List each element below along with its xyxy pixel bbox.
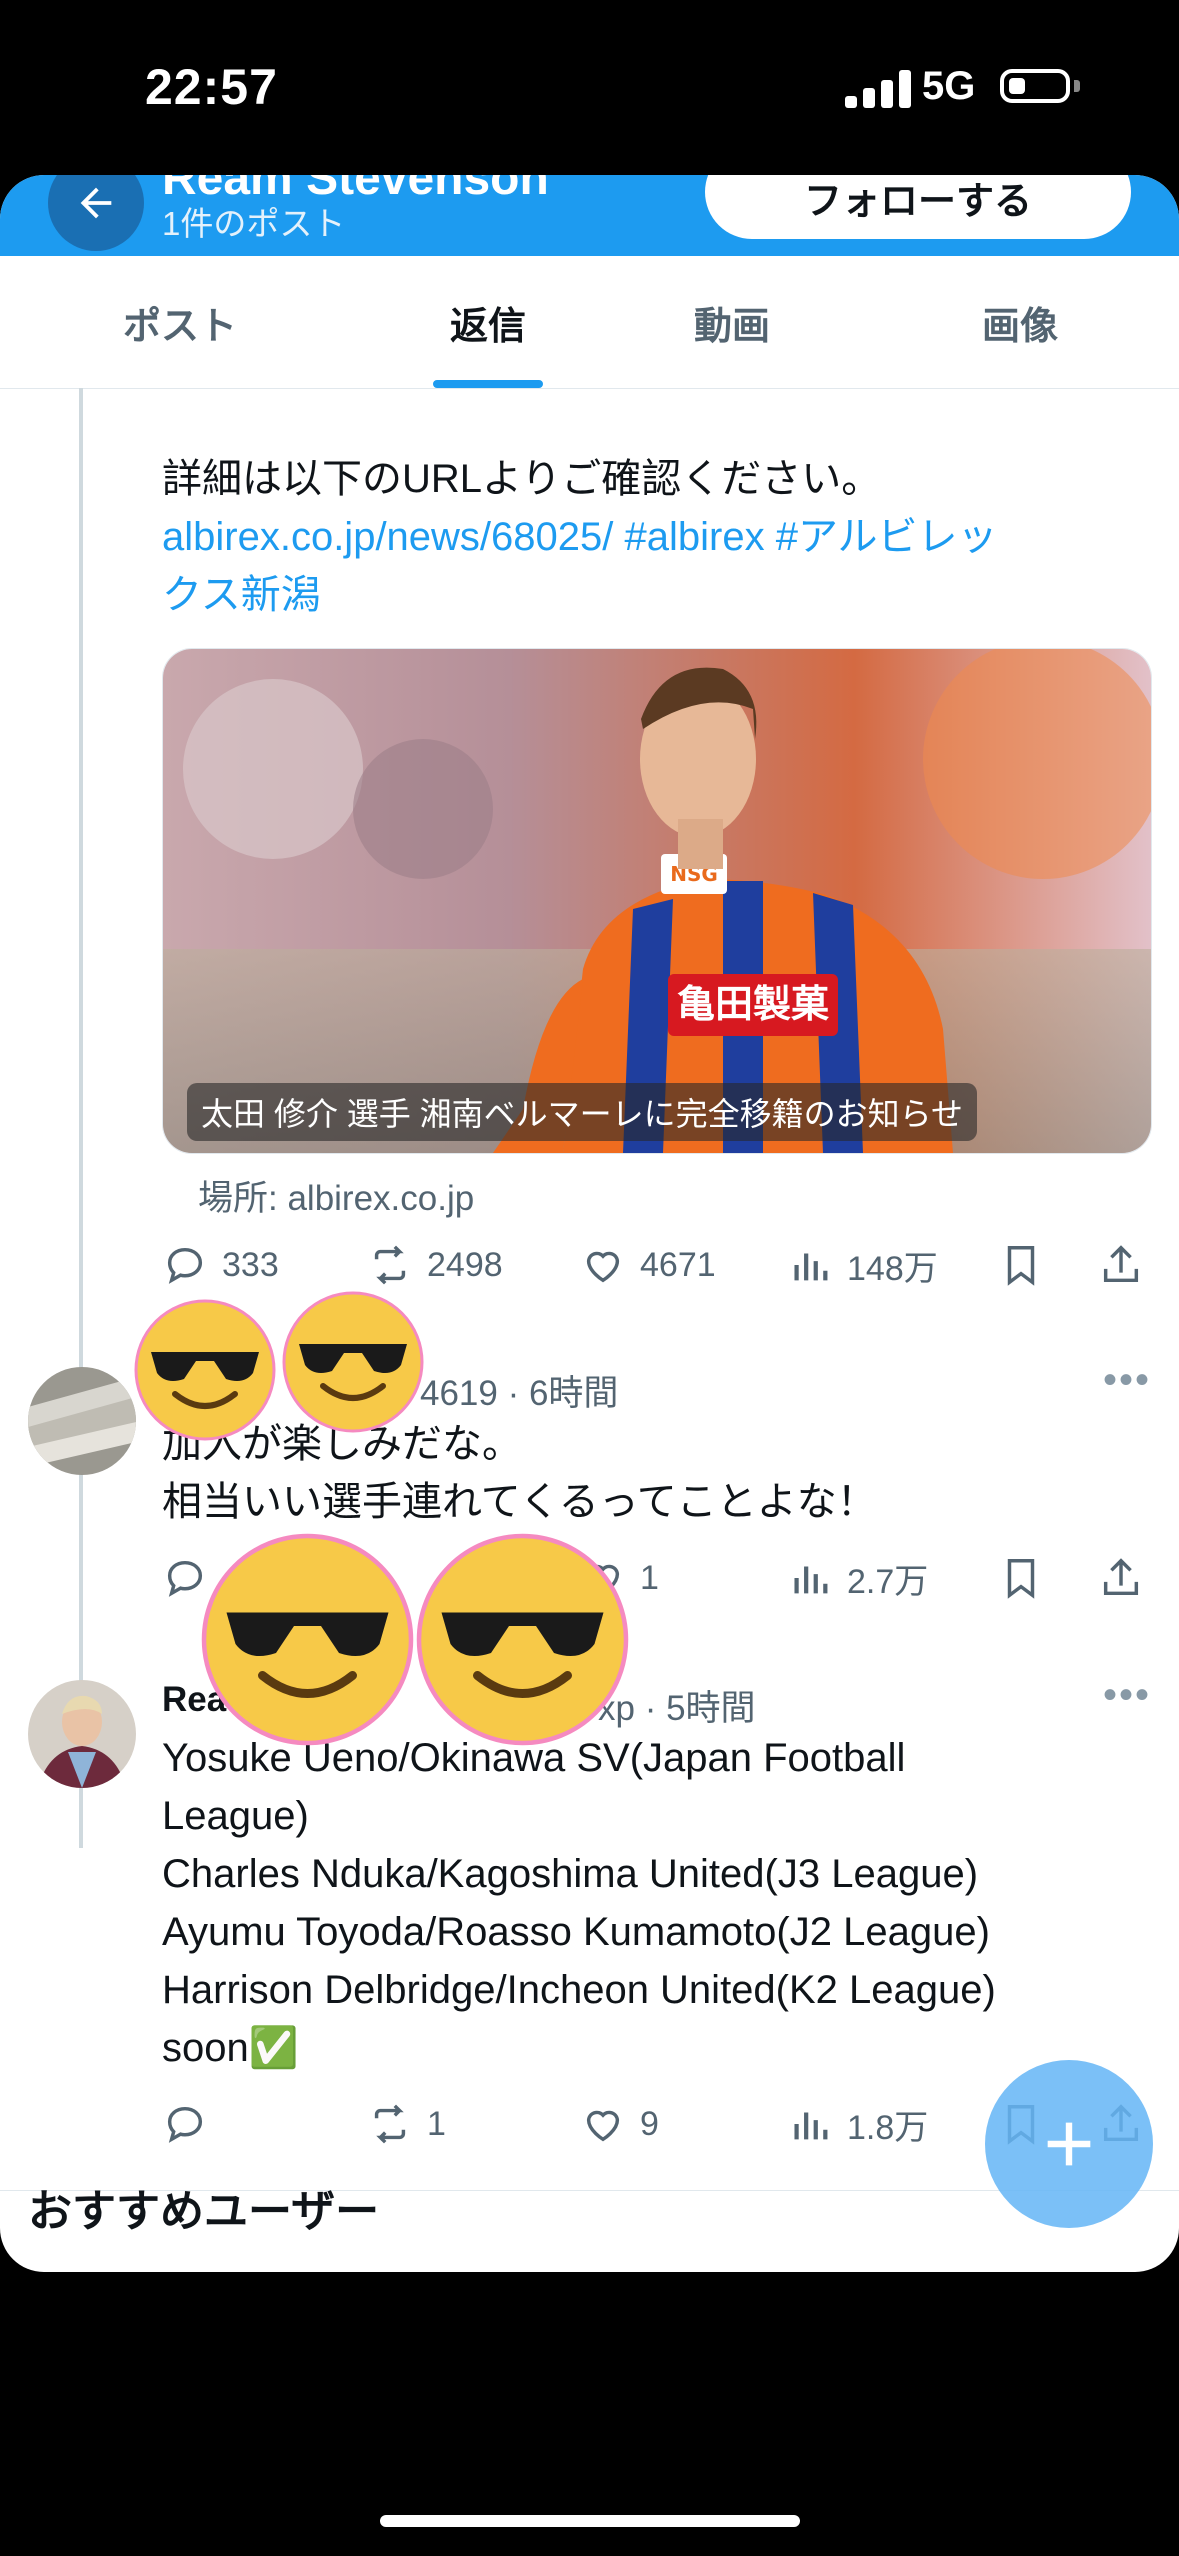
tweet-text: Charles Nduka/Kagoshima United(J3 League… <box>162 1852 979 1896</box>
follow-button[interactable]: フォローする <box>705 175 1131 239</box>
signal-icon <box>845 70 911 108</box>
chart-icon <box>794 1253 828 1281</box>
share-icon <box>1103 1245 1139 1283</box>
battery-icon <box>1000 69 1070 103</box>
like-count: 9 <box>640 2104 659 2143</box>
tweet-text: Harrison Delbridge/Incheon United(K2 Lea… <box>162 1968 996 2012</box>
view-count: 2.7万 <box>847 1562 929 1601</box>
tab-replies[interactable]: 返信 <box>388 256 588 388</box>
post-count: 1件のポスト <box>162 205 346 242</box>
profile-header: Ream Stevenson 1件のポスト フォローする <box>0 175 1179 256</box>
view-count: 148万 <box>847 1249 938 1288</box>
home-indicator[interactable] <box>380 2515 800 2527</box>
views-button[interactable]: 2.7万 <box>787 1548 928 1608</box>
like-count: 1 <box>640 1558 659 1597</box>
plus-icon <box>1047 2122 1091 2166</box>
network-label: 5G <box>922 64 976 108</box>
tab-posts[interactable]: ポスト <box>0 256 360 388</box>
avatar[interactable] <box>28 1680 136 1788</box>
reply-icon <box>167 2106 203 2143</box>
like-count: 4671 <box>640 1245 716 1284</box>
chart-icon <box>794 2112 828 2140</box>
thread-line <box>79 1478 83 1848</box>
bookmark-button[interactable] <box>998 1235 1058 1295</box>
tweet-link[interactable]: albirex.co.jp/news/68025/ #albirex #アルビレ… <box>162 508 998 566</box>
active-tab-indicator <box>433 380 543 388</box>
card-source[interactable]: 場所: albirex.co.jp <box>198 1170 474 1221</box>
heart-icon <box>586 1251 620 1283</box>
status-bar: 22:57 5G <box>0 0 1179 175</box>
card-caption: 太田 修介 選手 湘南ベルマーレに完全移籍のお知らせ <box>187 1083 978 1141</box>
tweet-text: 詳細は以下のURLよりご確認ください。 <box>162 457 882 501</box>
tweet-hashtag[interactable]: クス新潟 <box>162 566 321 624</box>
chart-icon <box>794 1566 828 1594</box>
heart-icon <box>586 2110 620 2142</box>
reply-count: 333 <box>222 1245 279 1284</box>
app-screen: Ream Stevenson 1件のポスト フォローする ポスト 返信 動画 画… <box>0 175 1179 2272</box>
thread-line <box>79 388 83 1498</box>
section-title: おすすめユーザー <box>28 2187 380 2236</box>
view-count: 1.8万 <box>847 2108 929 2147</box>
more-icon[interactable]: ••• <box>1103 1358 1151 1403</box>
tweet-text: 相当いい選手連れてくるってことよな！ <box>162 1480 877 1524</box>
avatar[interactable] <box>28 1367 136 1475</box>
retweet-icon <box>374 2104 406 2144</box>
retweet-button[interactable]: 1 <box>367 2094 446 2154</box>
svg-text:亀田製菓: 亀田製菓 <box>677 982 829 1026</box>
tweet-text: Ayumu Toyoda/Roasso Kumamoto(J2 League) <box>162 1910 990 1954</box>
tweet-actions: 333 2498 4671 148万 <box>162 1235 1152 1295</box>
profile-tabs: ポスト 返信 動画 画像 <box>0 256 1179 389</box>
reply-icon <box>167 1247 203 1284</box>
player-photo: 亀田製菓 NSG <box>163 649 1151 1153</box>
avatar-image <box>28 1367 136 1475</box>
sunglasses-emoji-icon <box>201 1533 414 1746</box>
like-button[interactable]: 4671 <box>580 1235 716 1295</box>
retweet-count: 1 <box>427 2104 446 2143</box>
sunglasses-emoji-icon <box>134 1299 276 1441</box>
retweet-count: 2498 <box>427 1245 503 1284</box>
share-icon <box>1103 1558 1139 1596</box>
sunglasses-emoji-icon <box>282 1291 424 1433</box>
bookmark-icon <box>1007 1246 1035 1286</box>
avatar-image <box>28 1680 136 1788</box>
more-icon[interactable]: ••• <box>1103 1673 1151 1718</box>
views-button[interactable]: 148万 <box>787 1235 938 1295</box>
tweet-meta: 4619 · 6時間 <box>420 1374 619 1413</box>
status-time: 22:57 <box>145 59 278 115</box>
like-button[interactable]: 9 <box>580 2094 659 2154</box>
views-button[interactable]: 1.8万 <box>787 2094 928 2154</box>
compose-button[interactable] <box>985 2060 1153 2228</box>
link-card[interactable]: 亀田製菓 NSG 太田 修介 選手 湘南ベルマーレに完全移籍のお知らせ <box>162 648 1152 1154</box>
tweet-text: League) <box>162 1794 309 1838</box>
tab-videos[interactable]: 動画 <box>632 256 832 388</box>
back-button[interactable] <box>48 175 144 251</box>
reply-button[interactable] <box>162 2094 222 2154</box>
share-button[interactable] <box>1098 1548 1158 1608</box>
tweet-text: soon✅ <box>162 2026 299 2070</box>
bookmark-icon <box>1007 1559 1035 1599</box>
share-button[interactable] <box>1098 1235 1158 1295</box>
retweet-button[interactable]: 2498 <box>367 1235 503 1295</box>
arrow-left-icon <box>80 187 112 219</box>
bookmark-button[interactable] <box>998 1548 1058 1608</box>
tab-images[interactable]: 画像 <box>920 256 1120 388</box>
retweet-icon <box>374 1245 406 1285</box>
reply-button[interactable]: 333 <box>162 1235 279 1295</box>
sunglasses-emoji-icon <box>416 1533 629 1746</box>
